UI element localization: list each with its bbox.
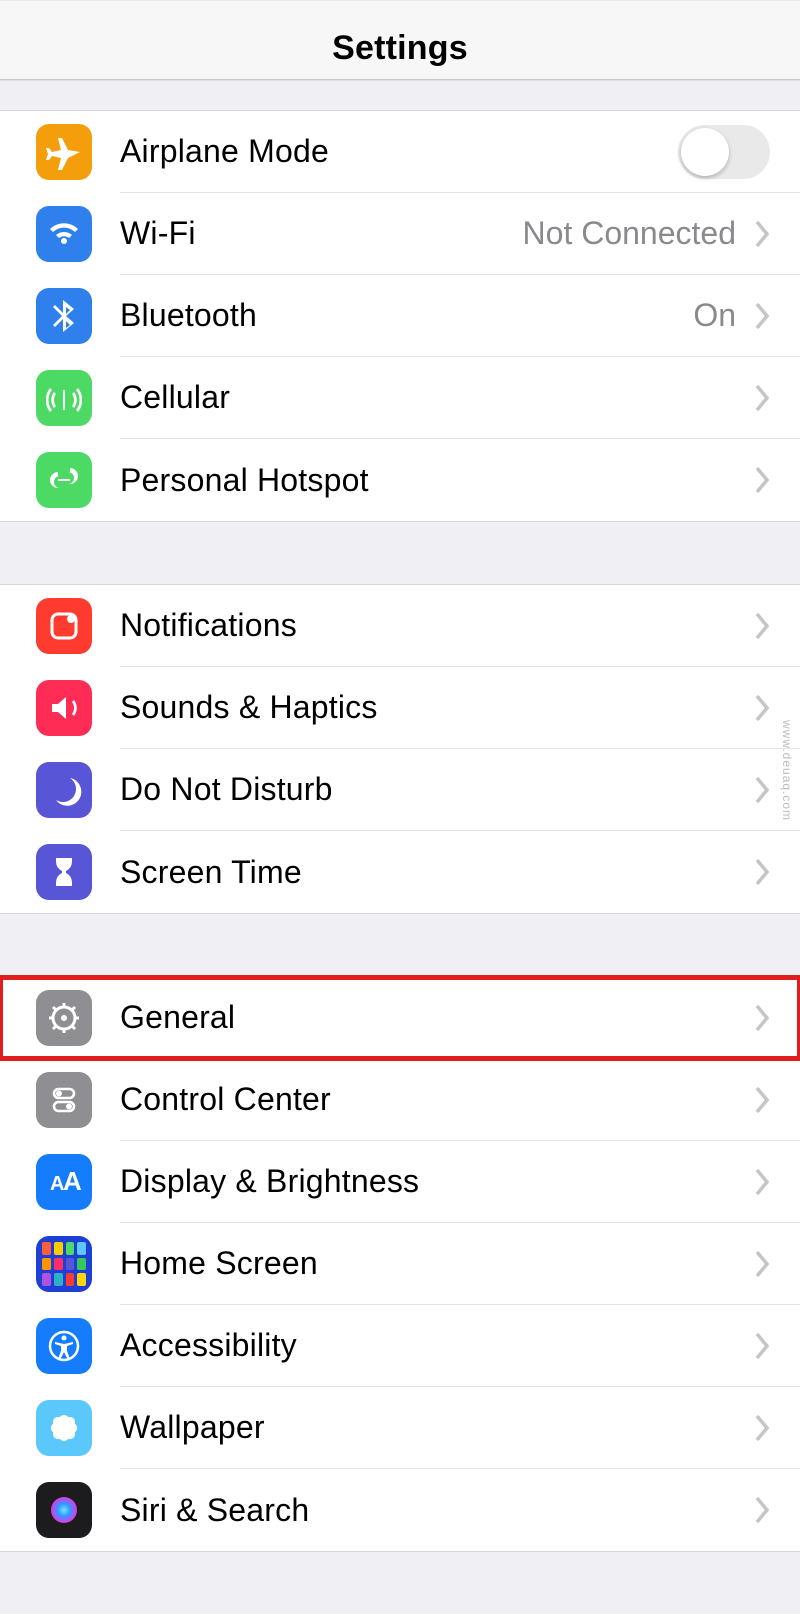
settings-group-connectivity: Airplane Mode Wi-Fi Not Connected Blueto… — [0, 110, 800, 522]
page-title: Settings — [332, 29, 468, 68]
row-airplane[interactable]: Airplane Mode — [0, 111, 800, 193]
chevron-right-icon — [754, 1168, 770, 1196]
sounds-icon — [36, 680, 92, 736]
chevron-right-icon — [754, 694, 770, 722]
wallpaper-icon — [36, 1400, 92, 1456]
settings-group-system: General Control Center AA Display & Brig… — [0, 976, 800, 1552]
notifications-icon — [36, 598, 92, 654]
row-screentime[interactable]: Screen Time — [0, 831, 800, 913]
chevron-right-icon — [754, 302, 770, 330]
screentime-icon — [36, 844, 92, 900]
row-label: Sounds & Haptics — [120, 689, 754, 726]
row-cellular[interactable]: Cellular — [0, 357, 800, 439]
row-dnd[interactable]: Do Not Disturb — [0, 749, 800, 831]
row-label: Notifications — [120, 607, 754, 644]
chevron-right-icon — [754, 1332, 770, 1360]
row-accessibility[interactable]: Accessibility — [0, 1305, 800, 1387]
row-label: General — [120, 999, 754, 1036]
chevron-right-icon — [754, 1004, 770, 1032]
row-detail: On — [693, 297, 736, 334]
row-display[interactable]: AA Display & Brightness — [0, 1141, 800, 1223]
row-detail: Not Connected — [523, 215, 736, 252]
row-sounds[interactable]: Sounds & Haptics — [0, 667, 800, 749]
homescreen-icon — [36, 1236, 92, 1292]
chevron-right-icon — [754, 612, 770, 640]
row-label: Cellular — [120, 379, 754, 416]
cellular-icon — [36, 370, 92, 426]
chevron-right-icon — [754, 466, 770, 494]
row-label: Siri & Search — [120, 1492, 754, 1529]
row-label: Personal Hotspot — [120, 462, 754, 499]
row-label: Accessibility — [120, 1327, 754, 1364]
bluetooth-icon — [36, 288, 92, 344]
svg-text:A: A — [63, 1166, 82, 1196]
chevron-right-icon — [754, 1496, 770, 1524]
chevron-right-icon — [754, 1414, 770, 1442]
section-gap — [0, 914, 800, 976]
accessibility-icon — [36, 1318, 92, 1374]
row-label: Bluetooth — [120, 297, 693, 334]
chevron-right-icon — [754, 384, 770, 412]
controlcenter-icon — [36, 1072, 92, 1128]
row-hotspot[interactable]: Personal Hotspot — [0, 439, 800, 521]
row-wifi[interactable]: Wi-Fi Not Connected — [0, 193, 800, 275]
chevron-right-icon — [754, 776, 770, 804]
row-notifications[interactable]: Notifications — [0, 585, 800, 667]
hotspot-icon — [36, 452, 92, 508]
settings-header: Settings — [0, 0, 800, 80]
row-wallpaper[interactable]: Wallpaper — [0, 1387, 800, 1469]
row-siri[interactable]: Siri & Search — [0, 1469, 800, 1551]
row-label: Display & Brightness — [120, 1163, 754, 1200]
row-label: Do Not Disturb — [120, 771, 754, 808]
display-icon: AA — [36, 1154, 92, 1210]
row-label: Wi-Fi — [120, 215, 523, 252]
watermark: www.deuaq.com — [780, 720, 794, 821]
row-label: Screen Time — [120, 854, 754, 891]
chevron-right-icon — [754, 1086, 770, 1114]
settings-group-alerts: Notifications Sounds & Haptics Do Not Di… — [0, 584, 800, 914]
airplane-toggle[interactable] — [678, 125, 770, 179]
row-label: Control Center — [120, 1081, 754, 1118]
row-homescreen[interactable]: Home Screen — [0, 1223, 800, 1305]
chevron-right-icon — [754, 858, 770, 886]
dnd-icon — [36, 762, 92, 818]
chevron-right-icon — [754, 1250, 770, 1278]
siri-icon — [36, 1482, 92, 1538]
general-icon — [36, 990, 92, 1046]
wifi-icon — [36, 206, 92, 262]
section-gap — [0, 522, 800, 584]
row-label: Wallpaper — [120, 1409, 754, 1446]
row-label: Airplane Mode — [120, 133, 678, 170]
row-controlcenter[interactable]: Control Center — [0, 1059, 800, 1141]
row-general[interactable]: General — [0, 977, 800, 1059]
chevron-right-icon — [754, 220, 770, 248]
section-gap — [0, 80, 800, 110]
airplane-icon — [36, 124, 92, 180]
row-label: Home Screen — [120, 1245, 754, 1282]
row-bluetooth[interactable]: Bluetooth On — [0, 275, 800, 357]
